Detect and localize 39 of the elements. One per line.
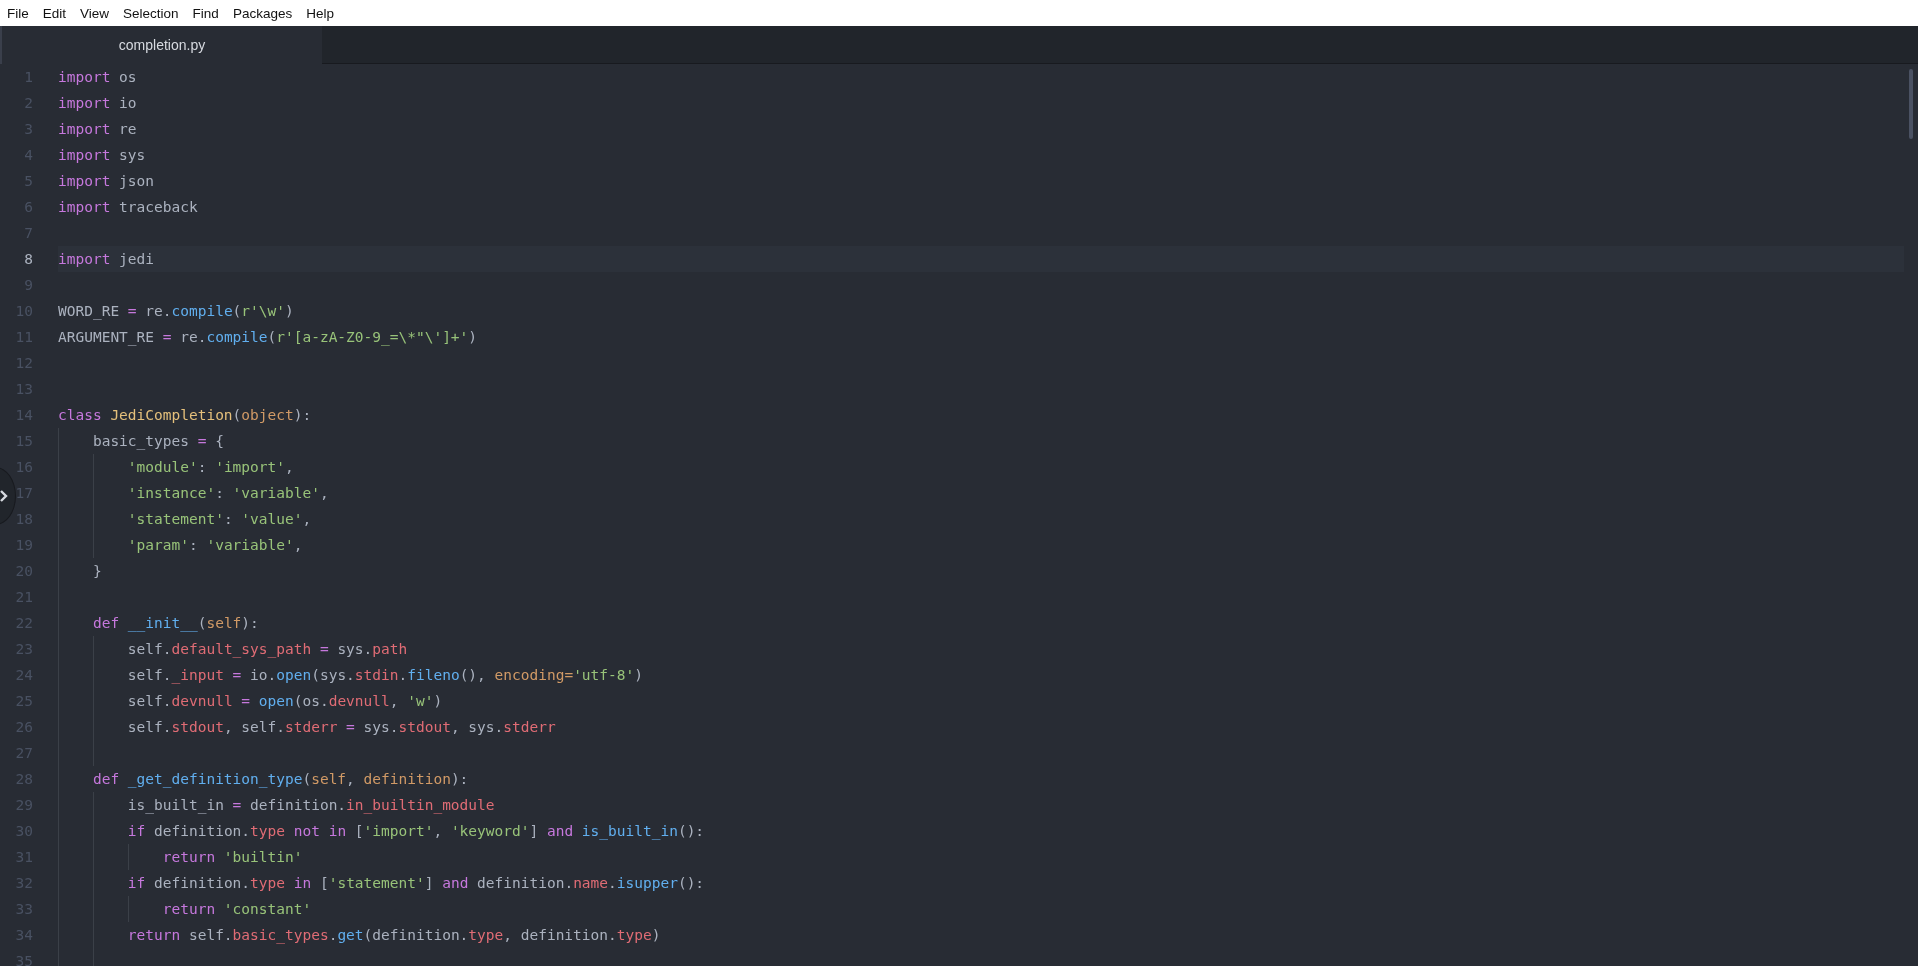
code-line: return 'builtin' — [161, 849, 303, 865]
code-line: 'module': 'import', — [126, 459, 294, 475]
menu-item[interactable]: Help — [299, 3, 341, 23]
code-line: } — [91, 563, 102, 579]
code-line: import re — [58, 121, 137, 137]
line-number: 8 — [24, 251, 33, 267]
menu-item[interactable]: File — [0, 3, 36, 23]
menu-item[interactable]: View — [73, 3, 117, 23]
code-line: return 'constant' — [161, 901, 312, 917]
code-line: import traceback — [58, 199, 198, 215]
scrollbar-thumb[interactable] — [1909, 69, 1913, 139]
code-line: is_built_in = definition.in_builtin_module — [126, 797, 495, 813]
code-line: 'instance': 'variable', — [126, 485, 329, 501]
code-line: def _get_definition_type(self, definition): — [91, 771, 469, 787]
code-line: basic_types = { — [91, 433, 224, 449]
file-tab[interactable]: completion.py — [0, 26, 322, 64]
code-line: if definition.type not in ['import', 'keyword'] and is_built_in(): — [126, 823, 705, 839]
menu-item[interactable]: Packages — [225, 3, 300, 23]
code-line: self.stdout, self.stderr = sys.stdout, sys.stderr — [126, 719, 556, 735]
code-line: import os — [58, 69, 137, 85]
code-line: 'param': 'variable', — [126, 537, 303, 553]
code-line: class JediCompletion(object): — [58, 407, 312, 423]
code-line: if definition.type in ['statement'] and definition.name.isupper(): — [126, 875, 705, 891]
code-line: def __init__(self): — [91, 615, 259, 631]
chevron-right-icon — [0, 489, 10, 503]
menu-item[interactable]: Find — [185, 3, 226, 23]
code-line: self._input = io.open(sys.stdin.fileno(), encoding='utf-8') — [126, 667, 643, 683]
code-line: import json — [58, 173, 155, 189]
code-line: import io — [58, 95, 137, 111]
menu-item[interactable]: Edit — [35, 3, 74, 23]
code-line: ARGUMENT_RE = re.compile(r'[a-zA-Z0-9_=\*"\']+') — [58, 329, 478, 345]
menu-item[interactable]: Selection — [116, 3, 186, 23]
code-line: 'statement': 'value', — [126, 511, 312, 527]
code-line: WORD_RE = re.compile(r'\w') — [58, 303, 294, 319]
code-line: import jedi — [58, 251, 155, 267]
code-line: self.default_sys_path = sys.path — [126, 641, 408, 657]
code-line: self.devnull = open(os.devnull, 'w') — [126, 693, 443, 709]
code-line: import sys — [58, 147, 146, 163]
code-line: return self.basic_types.get(definition.type, definition.type) — [126, 927, 661, 943]
